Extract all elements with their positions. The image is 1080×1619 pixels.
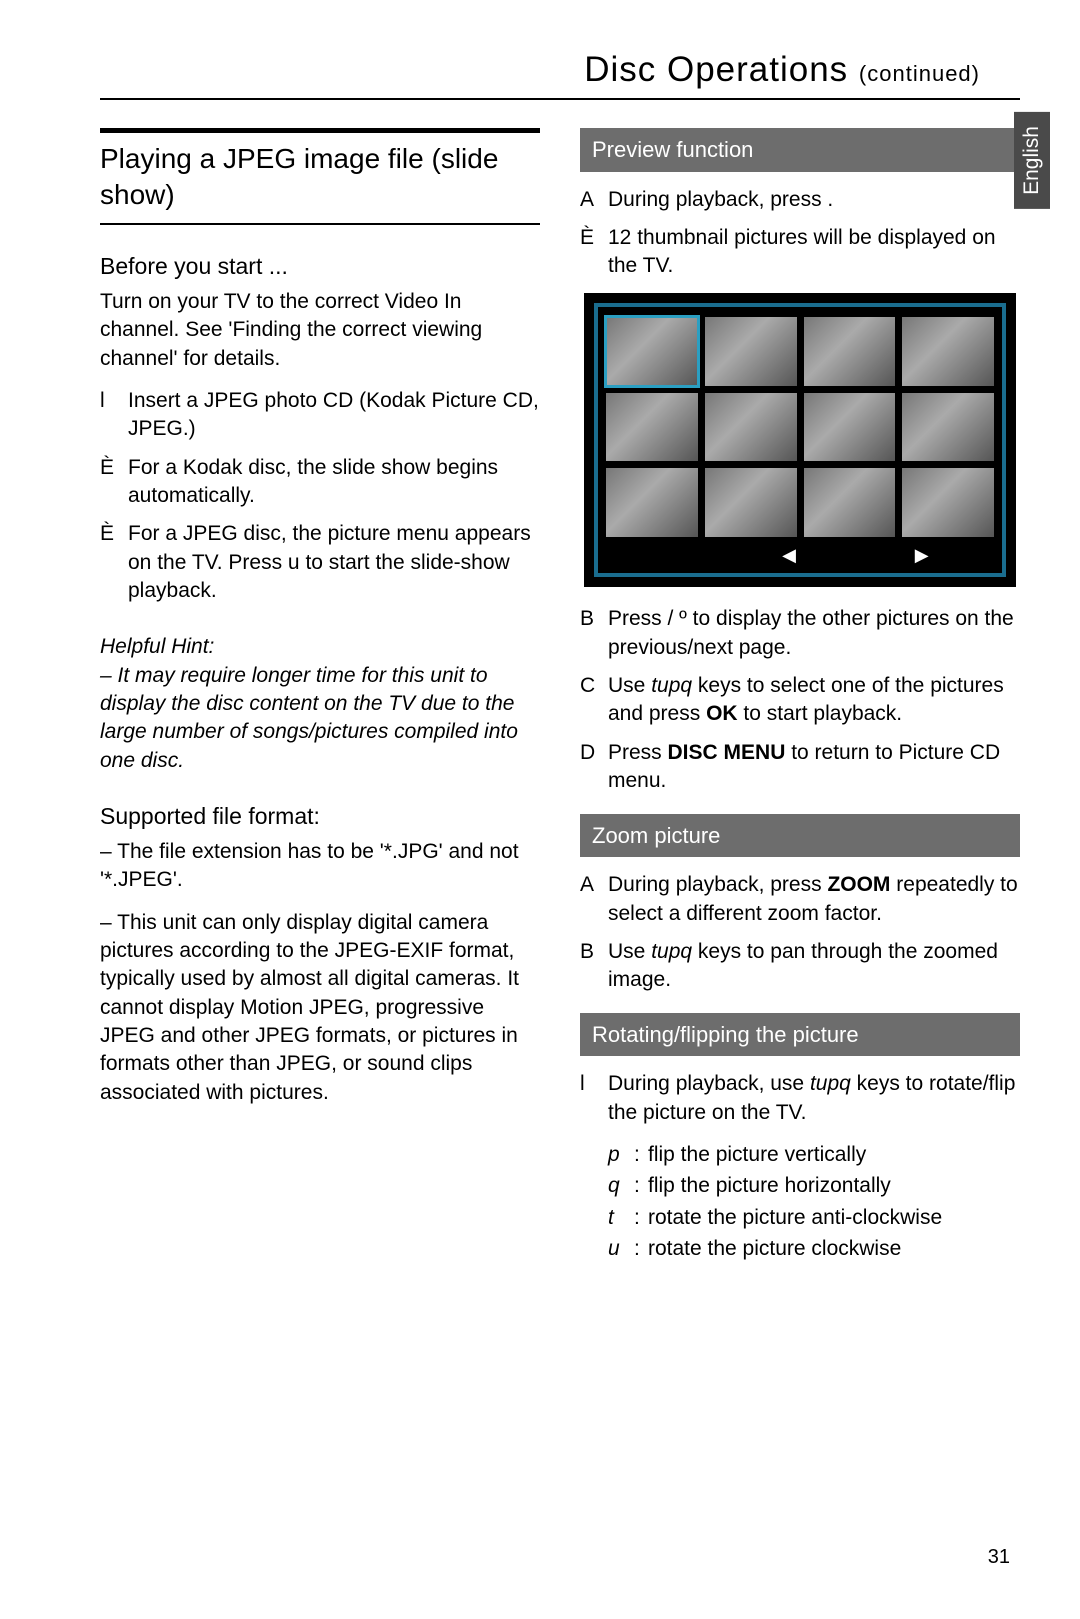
step-label: A [580, 871, 608, 928]
hint-head: Helpful Hint: [100, 633, 540, 661]
before-you-start-head: Before you start ... [100, 251, 540, 282]
section-title: Playing a JPEG image ﬁle (slide show) [100, 139, 540, 216]
step-label: B [580, 605, 608, 662]
preview-function-bar: Preview function [580, 128, 1020, 172]
format-1: – The ﬁle extension has to be '*.JPG' an… [100, 838, 540, 895]
step-label: D [580, 739, 608, 796]
jpeg-text: For a JPEG disc, the picture menu appear… [128, 520, 540, 605]
result-marker: È [580, 224, 608, 281]
preview-step-c: C Use tupq keys to select one of the pic… [580, 672, 1020, 729]
key-row: u:rotate the picture clockwise [608, 1235, 1020, 1263]
preview-step-b: B Press / º to display the other picture… [580, 605, 1020, 662]
rotate-step-text: During playback, use tupq keys to rotate… [608, 1070, 1020, 1127]
key-row: q:ﬂip the picture horizontally [608, 1172, 1020, 1200]
preview-step-d-text: Press DISC MENU to return to Picture CD … [608, 739, 1020, 796]
preview-step-b-text: Press / º to display the other pictures … [608, 605, 1020, 662]
key-row: p:ﬂip the picture vertically [608, 1141, 1020, 1169]
before-you-start-body: Turn on your TV to the correct Video In … [100, 288, 540, 373]
thumbnail [804, 468, 896, 537]
zoom-step-a-text: During playback, press ZOOM repeatedly t… [608, 871, 1020, 928]
insert-step: l Insert a JPEG photo CD (Kodak Picture … [100, 387, 540, 444]
header-sub: (continued) [859, 61, 980, 86]
step-label: C [580, 672, 608, 729]
preview-step-a-sub: È 12 thumbnail pictures will be displaye… [580, 224, 1020, 281]
preview-step-a-text: During playback, press . [608, 186, 833, 214]
format-head: Supported ﬁle format: [100, 801, 540, 832]
page-header: Disc Operations (continued) [100, 50, 1020, 100]
right-column: Preview function A During playback, pres… [580, 128, 1020, 1266]
kodak-text: For a Kodak disc, the slide show begins … [128, 454, 540, 511]
result-marker: È [100, 454, 128, 511]
key-row: t:rotate the picture anti-clockwise [608, 1204, 1020, 1232]
language-tab: English [1014, 112, 1050, 209]
thumbnail-preview: ◀ ▶ [584, 293, 1016, 588]
rotate-step: l During playback, use tupq keys to rota… [580, 1070, 1020, 1127]
thumbnail-grid [606, 317, 994, 537]
nav-next-icon: ▶ [915, 543, 929, 567]
thumbnail [705, 317, 797, 386]
zoom-picture-bar: Zoom picture [580, 814, 1020, 858]
page-number: 31 [988, 1546, 1010, 1569]
preview-step-c-text: Use tupq keys to select one of the pictu… [608, 672, 1020, 729]
step-marker: l [100, 387, 128, 444]
preview-step-a: A During playback, press . [580, 186, 1020, 214]
rotate-flip-bar: Rotating/ﬂipping the picture [580, 1013, 1020, 1057]
step-label: A [580, 186, 608, 214]
thumbnail [902, 317, 994, 386]
section-title-block: Playing a JPEG image ﬁle (slide show) [100, 128, 540, 225]
left-column: Playing a JPEG image ﬁle (slide show) Be… [100, 128, 540, 1266]
zoom-step-a: A During playback, press ZOOM repeatedly… [580, 871, 1020, 928]
thumbnail [804, 393, 896, 462]
kodak-result: È For a Kodak disc, the slide show begin… [100, 454, 540, 511]
thumbnail [606, 393, 698, 462]
zoom-step-b-text: Use tupq keys to pan through the zoomed … [608, 938, 1020, 995]
preview-step-d: D Press DISC MENU to return to Picture C… [580, 739, 1020, 796]
header-main: Disc Operations [584, 50, 859, 89]
thumbnail-nav: ◀ ▶ [606, 537, 994, 569]
jpeg-result: È For a JPEG disc, the picture menu appe… [100, 520, 540, 605]
insert-text: Insert a JPEG photo CD (Kodak Picture CD… [128, 387, 540, 444]
thumbnail [606, 317, 698, 386]
thumbnail [804, 317, 896, 386]
thumbnail [705, 393, 797, 462]
preview-step-a-sub-text: 12 thumbnail pictures will be displayed … [608, 224, 1020, 281]
result-marker: È [100, 520, 128, 605]
step-label: B [580, 938, 608, 995]
thumbnail [902, 393, 994, 462]
format-2: – This unit can only display digital cam… [100, 909, 540, 1107]
thumbnail [705, 468, 797, 537]
nav-prev-icon: ◀ [782, 543, 796, 567]
step-marker: l [580, 1070, 608, 1127]
thumbnail [902, 468, 994, 537]
hint-body: – It may require longer time for this un… [100, 662, 540, 775]
key-list: p:ﬂip the picture vertically q:ﬂip the p… [608, 1141, 1020, 1263]
thumbnail [606, 468, 698, 537]
zoom-step-b: B Use tupq keys to pan through the zoome… [580, 938, 1020, 995]
